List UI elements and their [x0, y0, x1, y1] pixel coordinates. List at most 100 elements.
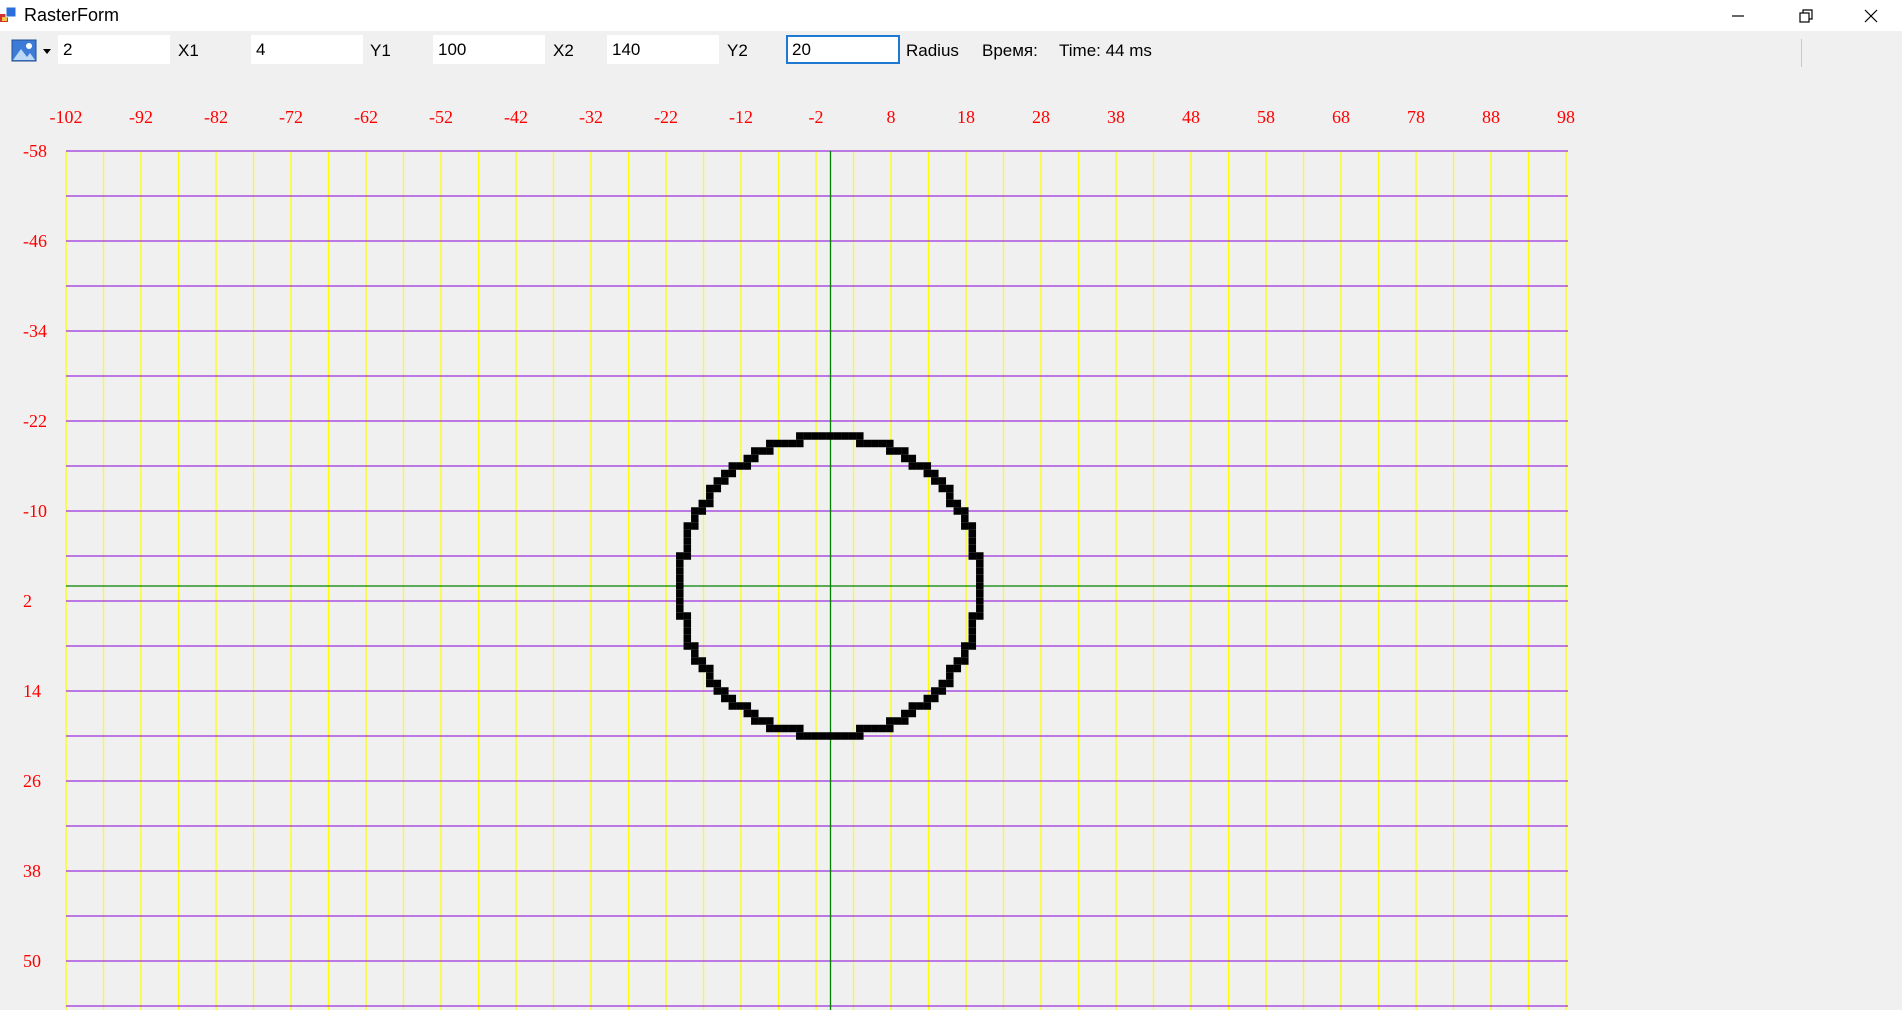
- y-tick-label: -10: [23, 501, 47, 521]
- circle-pixel: [683, 544, 692, 553]
- circle-pixel: [863, 439, 872, 448]
- circle-pixel: [856, 732, 864, 740]
- circle-pixel: [886, 439, 894, 448]
- circle-pixel: [968, 612, 977, 620]
- circle-pixel: [691, 514, 699, 523]
- circle-pixel: [706, 484, 714, 493]
- circle-pixel: [826, 432, 834, 440]
- circle-pixel: [976, 559, 984, 568]
- circle-pixel: [743, 709, 752, 718]
- x1-input[interactable]: [251, 35, 363, 64]
- circle-pixel: [938, 477, 947, 485]
- time-label: Время:: [982, 41, 1038, 60]
- circle-pixel: [728, 462, 737, 470]
- circle-pixel: [743, 454, 752, 463]
- window-title: RasterForm: [24, 5, 120, 25]
- circle-pixel: [901, 709, 909, 718]
- close-button[interactable]: [1840, 0, 1902, 31]
- x-tick-label: 28: [1032, 107, 1050, 127]
- x-tick-label: -72: [279, 107, 303, 127]
- circle-pixel: [676, 567, 684, 575]
- app-icon: [0, 6, 17, 22]
- x-tick-label: -32: [579, 107, 603, 127]
- circle-pixel: [691, 649, 699, 658]
- circle-pixel: [698, 657, 707, 665]
- circle-pixel: [811, 432, 819, 440]
- circle-pixel: [968, 552, 977, 560]
- circle-pixel: [946, 672, 954, 680]
- circle-pixel: [721, 477, 729, 485]
- circle-pixel: [931, 469, 939, 478]
- circle-pixel: [691, 657, 699, 665]
- title-bar: RasterForm: [0, 0, 1902, 32]
- x-tick-label: -82: [204, 107, 228, 127]
- x-tick-label: -92: [129, 107, 153, 127]
- circle-pixel: [961, 514, 969, 523]
- circle-pixel: [796, 432, 804, 440]
- circle-pixel: [758, 717, 767, 725]
- radius-input[interactable]: [58, 35, 170, 64]
- circle-pixel: [826, 732, 834, 740]
- circle-pixel: [683, 619, 692, 628]
- y-tick-label: -34: [23, 321, 47, 341]
- circle-pixel: [713, 679, 722, 688]
- y2-input[interactable]: [786, 35, 900, 64]
- toolbar-separator: [1801, 39, 1802, 67]
- circle-pixel: [676, 582, 684, 590]
- minimize-button[interactable]: [1704, 0, 1772, 31]
- circle-pixel: [893, 717, 902, 725]
- circle-pixel: [781, 439, 789, 448]
- y1-input[interactable]: [433, 35, 545, 64]
- circle-pixel: [811, 732, 819, 740]
- toolbar: X1 Y1 X2 Y2 Radius Время: Time: 44 ms: [0, 31, 1902, 71]
- circle-pixel: [706, 672, 714, 680]
- x-tick-label: 48: [1182, 107, 1200, 127]
- circle-pixel: [833, 432, 842, 440]
- circle-pixel: [878, 724, 887, 733]
- circle-pixel: [856, 439, 864, 448]
- circle-pixel: [893, 447, 902, 455]
- circle-pixel: [923, 462, 932, 470]
- circle-pixel: [976, 589, 984, 598]
- circle-pixel: [676, 559, 684, 568]
- circle-pixel: [848, 432, 857, 440]
- circle-pixel: [931, 687, 939, 695]
- x-tick-label: -102: [50, 107, 83, 127]
- y1-label: Y1: [370, 41, 391, 60]
- circle-pixel: [901, 454, 909, 463]
- circle-pixel: [676, 597, 684, 605]
- restore-icon: [1799, 8, 1813, 23]
- circle-pixel: [721, 694, 729, 703]
- circle-pixel: [796, 732, 804, 740]
- circle-pixel: [976, 574, 984, 583]
- circle-pixel: [766, 439, 774, 448]
- x-tick-label: -62: [354, 107, 378, 127]
- x2-input[interactable]: [607, 35, 719, 64]
- circle-pixel: [683, 612, 692, 620]
- circle-pixel: [961, 657, 969, 665]
- x1-label: X1: [178, 41, 199, 60]
- circle-pixel: [706, 664, 714, 673]
- x-tick-label: 98: [1557, 107, 1575, 127]
- circle-pixel: [683, 522, 692, 530]
- circle-pixel: [946, 484, 954, 493]
- circle-pixel: [953, 664, 962, 673]
- circle-pixel: [968, 634, 977, 643]
- image-dropdown-button[interactable]: [10, 37, 54, 65]
- circle-pixel: [743, 702, 752, 710]
- circle-pixel: [968, 537, 977, 545]
- circle-pixel: [736, 462, 744, 470]
- circle-pixel: [871, 439, 879, 448]
- circle-pixel: [908, 709, 917, 718]
- raster-canvas[interactable]: -102 -92 -82 -72 -62 -52 -42 -32 -22 -12 -2 8 18 28 38…: [0, 71, 1902, 1010]
- circle-pixel: [691, 507, 699, 515]
- circle-pixel: [961, 649, 969, 658]
- x-tick-label: 78: [1407, 107, 1425, 127]
- restore-button[interactable]: [1772, 0, 1840, 31]
- picture-icon: [11, 39, 37, 62]
- circle-pixel: [916, 462, 924, 470]
- minimize-icon: [1732, 14, 1744, 17]
- circle-pixel: [923, 469, 932, 478]
- circle-pixel: [953, 657, 962, 665]
- circle-pixel: [706, 492, 714, 500]
